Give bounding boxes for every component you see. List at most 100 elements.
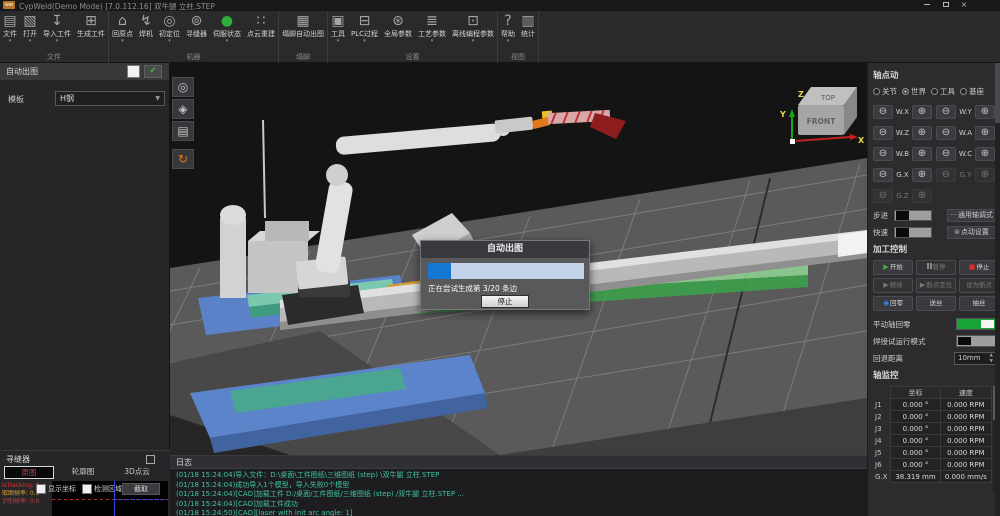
ribbon-item-statistics[interactable]: ▥统计: [518, 12, 538, 45]
jog-mode-label: 基座: [969, 86, 984, 97]
jog-plus-G.Y: ⊕: [975, 168, 995, 182]
control-button-停止[interactable]: ■停止: [959, 260, 999, 275]
ribbon-item-import-workpiece[interactable]: ↧导入工件▾: [40, 12, 74, 45]
axis-coordinate: 38.319 mm: [891, 471, 940, 483]
ribbon-item-process-params[interactable]: ≣工艺参数▾: [415, 12, 449, 45]
fast-slider[interactable]: [894, 227, 932, 238]
ribbon-item-auto-drawing[interactable]: ▦塌脚自动出图: [279, 12, 327, 45]
jog-minus-W.X[interactable]: ⊖: [873, 105, 893, 119]
control-button-送丝[interactable]: 送丝: [916, 296, 956, 311]
seam-tab-原图[interactable]: 原图: [4, 466, 54, 479]
monitor-col-header: [873, 387, 891, 399]
fit-view-icon[interactable]: ◎: [172, 77, 194, 97]
jog-plus-W.C[interactable]: ⊕: [975, 147, 995, 161]
seam-tab-轮廓图[interactable]: 轮廓图: [58, 466, 108, 479]
jog-minus-W.Y[interactable]: ⊖: [936, 105, 956, 119]
confirm-check-button[interactable]: ✔: [144, 65, 162, 78]
nav-cube[interactable]: TOP FRONT: [798, 87, 857, 135]
step-slider-knob[interactable]: [896, 211, 909, 220]
jog-settings-button[interactable]: ⊛点动设置: [947, 226, 996, 239]
dialog-title[interactable]: 自动出图: [421, 241, 589, 258]
control-button-抽丝[interactable]: 抽丝: [959, 296, 999, 311]
ribbon-item-generate-workpiece[interactable]: ⊞生成工件: [74, 12, 108, 45]
jog-mode-关节[interactable]: 关节: [873, 86, 897, 97]
ribbon-item-initial-position[interactable]: ◎初定位▾: [156, 12, 183, 45]
viewport-3d[interactable]: TOP FRONT Z Y X ◎◈▤↻ 自动出图 正在尝试生成第 3/20 条…: [170, 63, 867, 455]
seam-tab-3D点云[interactable]: 3D点云: [112, 466, 162, 479]
spinner-arrows-icon[interactable]: ▲▼: [990, 353, 993, 364]
monitor-col-header: 速度: [940, 387, 991, 399]
ribbon-item-seam-finder[interactable]: ⊚寻缝器: [183, 12, 210, 45]
ribbon-item-file[interactable]: ▤文件▾: [0, 12, 20, 45]
jog-minus-W.A[interactable]: ⊖: [936, 126, 956, 140]
weld-test-mode-toggle[interactable]: [956, 335, 996, 347]
control-button-开始[interactable]: ▶开始: [873, 260, 913, 275]
jog-mode-世界[interactable]: 世界: [902, 86, 926, 97]
jog-axis-G.X: ⊖G.X⊕: [873, 167, 936, 183]
translation-home-toggle[interactable]: [956, 318, 996, 330]
iso-view-icon[interactable]: ◈: [172, 99, 194, 119]
crosshair-horizontal-blue: [114, 499, 168, 500]
restore-button[interactable]: [939, 0, 953, 10]
ribbon-item-servo-status[interactable]: ●伺服状态▾: [210, 12, 244, 45]
right-scrollbar[interactable]: [995, 63, 1000, 516]
ribbon-item-home-origin[interactable]: ⌂回原点▾: [109, 12, 136, 45]
axis-speed: 0.000 RPM: [940, 399, 991, 411]
seam-finder-panel: 寻缝器 原图轮廓图3D点云 isTracking: 0取图帧率: 0.0识别帧率…: [0, 450, 170, 516]
fast-slider-knob[interactable]: [896, 228, 909, 237]
axis-monitor-table: 坐标速度J10.000 °0.000 RPMJ20.000 °0.000 RPM…: [873, 386, 992, 483]
jog-mode-工具[interactable]: 工具: [931, 86, 955, 97]
ribbon-group-label: 塌脚: [279, 52, 327, 63]
blank-swatch-button[interactable]: [127, 65, 140, 78]
dialog-stop-button[interactable]: 停止: [481, 295, 529, 308]
ribbon-item-help[interactable]: ?帮助▾: [498, 12, 518, 45]
capture-button[interactable]: 截取: [122, 483, 160, 495]
plc-process-icon: ⊟: [359, 12, 371, 30]
control-section-title: 加工控制: [873, 243, 996, 255]
ribbon-item-offline-programming-params[interactable]: ⊡离线编程参数▾: [449, 12, 497, 45]
detect-region-checkbox[interactable]: [82, 484, 92, 494]
jog-plus-W.X[interactable]: ⊕: [912, 105, 932, 119]
jog-minus-W.Z[interactable]: ⊖: [873, 126, 893, 140]
ribbon-item-pointcloud-rebuild[interactable]: ∷点云重建: [244, 12, 278, 45]
radio-icon: [931, 88, 938, 95]
jog-mode-label: 世界: [911, 86, 926, 97]
jog-minus-W.C[interactable]: ⊖: [936, 147, 956, 161]
jog-mode-基座[interactable]: 基座: [960, 86, 984, 97]
ribbon-item-welder[interactable]: ↯焊机: [136, 12, 156, 45]
ribbon-item-label: 寻缝器: [186, 30, 207, 39]
jog-plus-G.X[interactable]: ⊕: [912, 168, 932, 182]
log-body[interactable]: (01/18 15:24:04)导入文件：D:\桌面\工件图纸\三维图纸 (st…: [170, 469, 867, 516]
ribbon-item-global-params[interactable]: ⊛全局参数: [381, 12, 415, 45]
ribbon-group-label: 文件: [0, 52, 108, 63]
jog-plus-W.Z[interactable]: ⊕: [912, 126, 932, 140]
chevron-down-icon: ▾: [507, 39, 510, 45]
jog-plus-W.Y[interactable]: ⊕: [975, 105, 995, 119]
jog-minus-G.X[interactable]: ⊖: [873, 168, 893, 182]
refresh-tool-icon[interactable]: ↻: [172, 149, 194, 169]
expand-icon[interactable]: [146, 455, 155, 464]
retreat-distance-spinner[interactable]: 10mm ▲▼: [954, 352, 996, 365]
tracking-status-overlay: isTracking: 0取图帧率: 0.0识别帧率: 0.0: [2, 482, 40, 506]
template-dropdown[interactable]: H钢 ▼: [55, 91, 165, 106]
jog-axis-W.B: ⊖W.B⊕: [873, 146, 936, 162]
drawing-view-icon[interactable]: ▤: [172, 121, 194, 141]
show-coords-checkbox[interactable]: [36, 484, 46, 494]
ribbon-group-4: ?帮助▾▥统计视图: [498, 11, 539, 63]
control-button-回零[interactable]: ◉回零: [873, 296, 913, 311]
control-button-label: 开始: [890, 263, 903, 271]
jog-minus-W.B[interactable]: ⊖: [873, 147, 893, 161]
jog-plus-W.A[interactable]: ⊕: [975, 126, 995, 140]
ribbon-item-tools[interactable]: ▣工具▾: [328, 12, 348, 45]
axis-speed: 0.000 RPM: [940, 459, 991, 471]
ribbon-item-plc-process[interactable]: ⊟PLC过程▾: [348, 12, 381, 45]
log-entry: (01/18 15:24:50)[CAD][laser with init ar…: [176, 509, 867, 516]
jog-plus-W.B[interactable]: ⊕: [912, 147, 932, 161]
generic-axis-debug-button[interactable]: ···通用轴调式: [947, 209, 996, 222]
minimize-button[interactable]: [920, 0, 934, 10]
step-slider[interactable]: [894, 210, 932, 221]
servo-status-icon: ●: [221, 12, 233, 30]
ribbon-item-folder-open[interactable]: ▧打开▾: [20, 12, 40, 45]
close-button[interactable]: ×: [957, 0, 971, 10]
control-button-label: 送丝: [930, 299, 943, 307]
